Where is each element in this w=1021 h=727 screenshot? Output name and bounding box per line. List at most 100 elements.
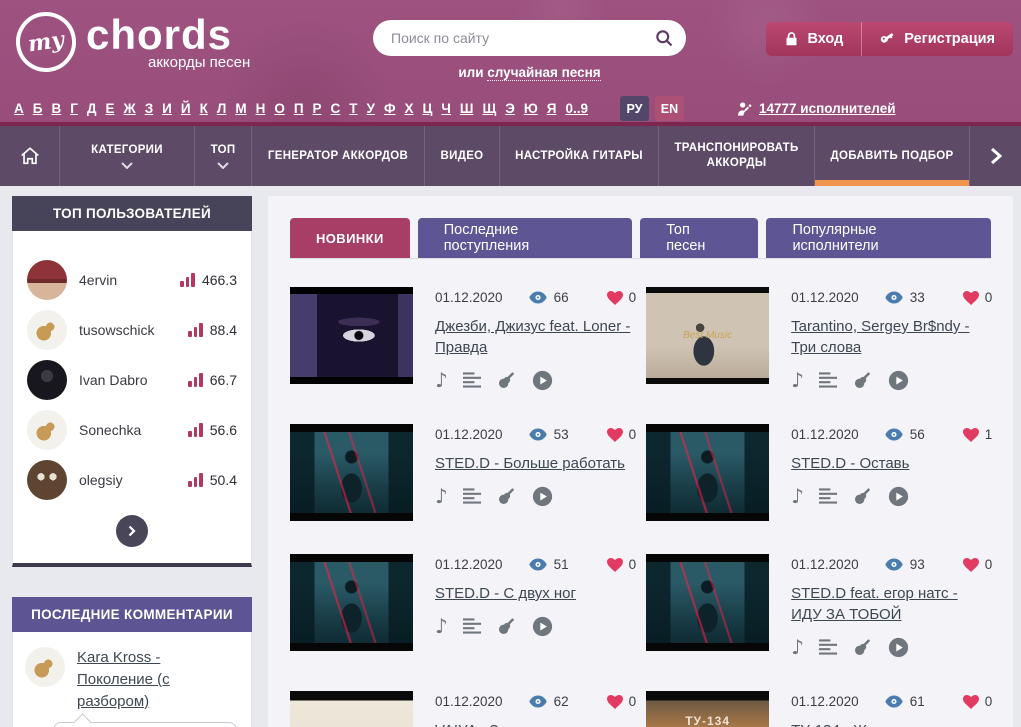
song-likes[interactable]: 0 xyxy=(963,694,993,709)
song-likes[interactable]: 0 xyxy=(607,290,637,305)
alphabet-letter[interactable]: И xyxy=(162,101,172,116)
play-icon[interactable] xyxy=(888,485,909,507)
guitar-icon[interactable] xyxy=(853,485,873,507)
alphabet-letter[interactable]: Л xyxy=(217,101,226,116)
user-name-link[interactable]: 4ervin xyxy=(79,272,168,288)
nav-add-selection[interactable]: ДОБАВИТЬ ПОДБОР xyxy=(815,126,970,186)
guitar-icon[interactable] xyxy=(853,636,873,658)
nav-guitar-tuning[interactable]: НАСТРОЙКА ГИТАРЫ xyxy=(500,126,659,186)
register-button[interactable]: Регистрация xyxy=(862,22,1013,56)
song-title-link[interactable]: STED.D feat. егор натс - ИДУ ЗА ТОБОЙ xyxy=(791,583,992,625)
tab-top-songs[interactable]: Топ песен xyxy=(640,218,758,258)
song-thumbnail[interactable] xyxy=(290,554,413,651)
alphabet-letter-digits[interactable]: 0..9 xyxy=(565,101,588,116)
alphabet-letter[interactable]: П xyxy=(294,101,304,116)
lyrics-text-icon[interactable] xyxy=(819,369,838,391)
alphabet-letter[interactable]: Ш xyxy=(460,101,474,116)
song-likes[interactable]: 0 xyxy=(607,694,637,709)
alphabet-letter[interactable]: Ю xyxy=(524,101,538,116)
alphabet-letter[interactable]: Е xyxy=(105,101,114,116)
chords-note-icon[interactable]: ♪ xyxy=(435,615,448,637)
lyrics-text-icon[interactable] xyxy=(463,615,482,637)
nav-home[interactable] xyxy=(0,126,60,186)
alphabet-letter[interactable]: Ф xyxy=(384,101,396,116)
alphabet-letter[interactable]: Н xyxy=(256,101,266,116)
alphabet-letter[interactable]: Ж xyxy=(124,101,136,116)
avatar[interactable] xyxy=(27,260,67,300)
play-icon[interactable] xyxy=(888,636,909,658)
avatar[interactable] xyxy=(27,310,67,350)
alphabet-letter[interactable]: З xyxy=(145,101,153,116)
play-icon[interactable] xyxy=(888,369,909,391)
tab-latest-additions[interactable]: Последние поступления xyxy=(418,218,633,258)
chords-note-icon[interactable]: ♪ xyxy=(435,485,448,507)
nav-top[interactable]: ТОП xyxy=(195,126,252,186)
tab-new[interactable]: НОВИНКИ xyxy=(290,218,410,258)
search-input[interactable] xyxy=(373,20,686,56)
nav-chord-generator[interactable]: ГЕНЕРАТОР АККОРДОВ xyxy=(252,126,425,186)
guitar-icon[interactable] xyxy=(497,369,517,391)
avatar[interactable] xyxy=(27,460,67,500)
nav-video[interactable]: ВИДЕО xyxy=(425,126,500,186)
random-song-link[interactable]: случайная песня xyxy=(487,65,600,81)
guitar-icon[interactable] xyxy=(497,615,517,637)
alphabet-letter[interactable]: Т xyxy=(349,101,357,116)
performers-count-link[interactable]: 14777 исполнителей xyxy=(736,100,896,118)
lyrics-text-icon[interactable] xyxy=(819,636,838,658)
nav-transpose-chords[interactable]: ТРАНСПОНИРОВАТЬ АККОРДЫ xyxy=(659,126,815,186)
song-thumbnail[interactable] xyxy=(646,554,769,651)
song-title-link[interactable]: Tarantino, Sergey Br$ndy - Три слова xyxy=(791,316,992,358)
alphabet-letter[interactable]: Ц xyxy=(423,101,433,116)
play-icon[interactable] xyxy=(532,615,553,637)
song-thumbnail[interactable] xyxy=(290,424,413,521)
song-title-link[interactable]: VAIYA - Закидаю всю xyxy=(435,720,581,727)
nav-categories[interactable]: КАТЕГОРИИ xyxy=(60,126,195,186)
song-title-link[interactable]: STED.D - Оставь xyxy=(791,453,909,474)
lang-en-button[interactable]: EN xyxy=(655,96,684,121)
user-name-link[interactable]: Ivan Dabro xyxy=(79,372,176,388)
song-thumbnail[interactable]: ТУ-134 ЖИЗНЬ xyxy=(646,691,769,727)
user-name-link[interactable]: Sonechka xyxy=(79,422,176,438)
song-title-link[interactable]: Джезби, Джизус feat. Loner - Правда xyxy=(435,316,636,358)
guitar-icon[interactable] xyxy=(853,369,873,391)
song-likes[interactable]: 0 xyxy=(607,427,637,442)
user-name-link[interactable]: tusowschick xyxy=(79,322,176,338)
song-thumbnail[interactable] xyxy=(290,691,413,727)
chords-note-icon[interactable]: ♪ xyxy=(791,485,804,507)
song-title-link[interactable]: STED.D - Больше работать xyxy=(435,453,625,474)
alphabet-letter[interactable]: Г xyxy=(70,101,78,116)
more-users-button[interactable] xyxy=(116,515,148,547)
chords-note-icon[interactable]: ♪ xyxy=(791,636,804,658)
tab-popular-artists[interactable]: Популярные исполнители xyxy=(766,218,991,258)
lang-ru-button[interactable]: РУ xyxy=(620,96,649,121)
comment-song-link[interactable]: Kara Kross - Поколение (с разбором) xyxy=(77,647,239,712)
avatar[interactable] xyxy=(27,360,67,400)
alphabet-letter[interactable]: Р xyxy=(313,101,322,116)
song-title-link[interactable]: STED.D - С двух ног xyxy=(435,583,576,604)
avatar[interactable] xyxy=(27,410,67,450)
alphabet-letter[interactable]: Б xyxy=(33,101,43,116)
avatar[interactable] xyxy=(25,647,65,687)
chords-note-icon[interactable]: ♪ xyxy=(435,369,448,391)
logo[interactable]: my chords аккорды песен xyxy=(16,12,250,72)
user-name-link[interactable]: olegsiy xyxy=(79,472,176,488)
alphabet-letter[interactable]: М xyxy=(235,101,246,116)
play-icon[interactable] xyxy=(532,369,553,391)
song-likes[interactable]: 0 xyxy=(963,290,993,305)
alphabet-letter[interactable]: Й xyxy=(181,101,191,116)
lyrics-text-icon[interactable] xyxy=(463,369,482,391)
alphabet-letter[interactable]: О xyxy=(274,101,285,116)
song-title-link[interactable]: ТУ-134 - Жизнь xyxy=(791,720,898,727)
alphabet-letter[interactable]: У xyxy=(367,101,375,116)
alphabet-letter[interactable]: Э xyxy=(505,101,515,116)
lyrics-text-icon[interactable] xyxy=(463,485,482,507)
alphabet-letter[interactable]: Я xyxy=(547,101,557,116)
alphabet-letter[interactable]: В xyxy=(51,101,61,116)
alphabet-letter[interactable]: С xyxy=(331,101,341,116)
song-likes[interactable]: 0 xyxy=(607,557,637,572)
search-button[interactable] xyxy=(648,23,680,53)
guitar-icon[interactable] xyxy=(497,485,517,507)
nav-more[interactable] xyxy=(970,126,1021,186)
alphabet-letter[interactable]: А xyxy=(14,101,24,116)
play-icon[interactable] xyxy=(532,485,553,507)
